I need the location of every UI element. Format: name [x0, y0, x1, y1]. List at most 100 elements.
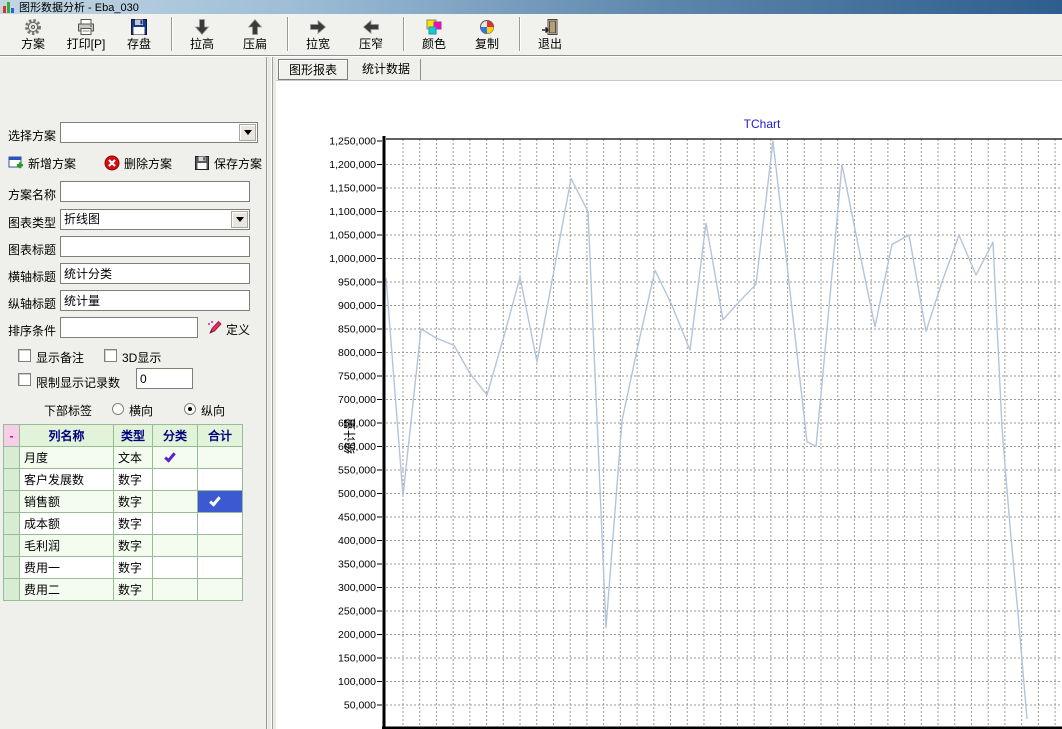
horizontal-radio-label[interactable]: 横向	[129, 402, 153, 419]
category-cell[interactable]	[153, 579, 198, 601]
column-name-cell[interactable]: 费用二	[20, 579, 114, 601]
chart-title-input[interactable]	[60, 236, 250, 257]
column-header[interactable]: 分类	[153, 425, 198, 447]
row-selector-header[interactable]: -	[4, 425, 20, 447]
chart-type-combobox[interactable]: 折线图	[60, 209, 250, 230]
total-cell[interactable]	[198, 447, 243, 469]
series-line	[386, 141, 1027, 719]
printer-icon	[63, 16, 109, 37]
column-name-cell[interactable]: 费用一	[20, 557, 114, 579]
delete-scheme-button[interactable]: 删除方案	[104, 154, 172, 172]
toolbar-separator	[403, 17, 405, 51]
toolbar-button-arrow-left[interactable]: 压窄	[348, 16, 394, 54]
y-tick-label: 450,000	[338, 512, 376, 524]
total-cell[interactable]	[198, 535, 243, 557]
new-window-icon	[8, 155, 24, 171]
limit-records-checkbox[interactable]	[18, 373, 31, 386]
category-cell[interactable]	[153, 513, 198, 535]
column-header[interactable]: 类型	[114, 425, 153, 447]
toolbar-button-arrow-up[interactable]: 压扁	[232, 16, 278, 54]
gear-icon	[10, 16, 56, 37]
row-selector-cell[interactable]	[4, 535, 20, 557]
row-selector-cell[interactable]	[4, 579, 20, 601]
pencil-icon[interactable]	[206, 318, 224, 339]
scheme-name-input[interactable]	[60, 181, 250, 202]
row-selector-cell[interactable]	[4, 557, 20, 579]
total-cell[interactable]	[198, 491, 243, 513]
application-window: 图形数据分析 - Eba_030 方案打印[P]存盘拉高压扁拉宽压窄颜色复制退出…	[0, 0, 1062, 729]
chevron-down-icon[interactable]	[239, 124, 256, 141]
table-row[interactable]: 成本额数字	[4, 513, 243, 535]
sort-condition-input[interactable]	[60, 317, 198, 338]
category-cell[interactable]	[153, 535, 198, 557]
toolbar-button-arrow-down[interactable]: 拉高	[179, 16, 225, 54]
toolbar-separator	[519, 17, 521, 51]
column-type-cell[interactable]: 数字	[114, 469, 153, 491]
vertical-radio[interactable]	[184, 403, 196, 415]
column-name-cell[interactable]: 销售额	[20, 491, 114, 513]
horizontal-radio[interactable]	[112, 403, 124, 415]
splitter[interactable]	[268, 57, 276, 729]
y-tick-label: 1,250,000	[329, 136, 376, 148]
limit-records-label[interactable]: 限制显示记录数	[36, 374, 120, 391]
category-cell[interactable]	[153, 469, 198, 491]
x-axis-title-input[interactable]	[60, 263, 250, 284]
category-cell[interactable]	[153, 447, 198, 469]
column-header[interactable]: 列名称	[20, 425, 114, 447]
column-type-cell[interactable]: 数字	[114, 513, 153, 535]
toolbar-button-printer[interactable]: 打印[P]	[63, 16, 109, 54]
show-3d-checkbox[interactable]	[104, 349, 117, 362]
y-tick-label: 700,000	[338, 394, 376, 406]
show-notes-label[interactable]: 显示备注	[36, 349, 84, 366]
table-row[interactable]: 费用二数字	[4, 579, 243, 601]
table-row[interactable]: 月度文本	[4, 447, 243, 469]
toolbar-button-exit[interactable]: 退出	[527, 16, 573, 54]
total-cell[interactable]	[198, 513, 243, 535]
chevron-down-icon[interactable]	[231, 211, 248, 228]
column-name-cell[interactable]: 客户发展数	[20, 469, 114, 491]
table-row[interactable]: 客户发展数数字	[4, 469, 243, 491]
tab-statistics-data[interactable]: 统计数据	[352, 59, 421, 80]
column-type-cell[interactable]: 数字	[114, 579, 153, 601]
select-scheme-combobox[interactable]	[60, 122, 258, 143]
limit-records-input[interactable]	[136, 368, 193, 389]
arrow-up-icon	[232, 16, 278, 37]
show-3d-label[interactable]: 3D显示	[122, 349, 161, 366]
column-name-cell[interactable]: 月度	[20, 447, 114, 469]
tab-graph-report[interactable]: 图形报表	[278, 59, 348, 80]
row-selector-cell[interactable]	[4, 513, 20, 535]
column-type-cell[interactable]: 数字	[114, 557, 153, 579]
table-row[interactable]: 毛利润数字	[4, 535, 243, 557]
column-name-cell[interactable]: 毛利润	[20, 535, 114, 557]
toolbar-button-gear[interactable]: 方案	[10, 16, 56, 54]
toolbar-button-floppy[interactable]: 存盘	[116, 16, 162, 54]
toolbar: 方案打印[P]存盘拉高压扁拉宽压窄颜色复制退出	[0, 14, 1062, 56]
select-scheme-label: 选择方案	[8, 127, 56, 144]
show-notes-checkbox[interactable]	[18, 349, 31, 362]
y-axis-title-input[interactable]	[60, 290, 250, 311]
toolbar-button-copy[interactable]: 复制	[464, 16, 510, 54]
category-cell[interactable]	[153, 557, 198, 579]
toolbar-button-arrow-right[interactable]: 拉宽	[295, 16, 341, 54]
palette-icon	[411, 16, 457, 37]
define-link[interactable]: 定义	[226, 321, 250, 338]
total-cell[interactable]	[198, 469, 243, 491]
table-row[interactable]: 费用一数字	[4, 557, 243, 579]
category-cell[interactable]	[153, 491, 198, 513]
row-selector-cell[interactable]	[4, 469, 20, 491]
save-scheme-button[interactable]: 保存方案	[194, 154, 262, 172]
row-selector-cell[interactable]	[4, 491, 20, 513]
total-cell[interactable]	[198, 579, 243, 601]
column-type-cell[interactable]: 数字	[114, 535, 153, 557]
vertical-radio-label[interactable]: 纵向	[201, 402, 225, 419]
column-header[interactable]: 合计	[198, 425, 243, 447]
toolbar-button-palette[interactable]: 颜色	[411, 16, 457, 54]
column-type-cell[interactable]: 数字	[114, 491, 153, 513]
add-scheme-button[interactable]: 新增方案	[8, 154, 76, 172]
row-selector-cell[interactable]	[4, 447, 20, 469]
column-type-cell[interactable]: 文本	[114, 447, 153, 469]
total-cell[interactable]	[198, 557, 243, 579]
column-name-cell[interactable]: 成本额	[20, 513, 114, 535]
delete-icon	[104, 155, 120, 171]
table-row[interactable]: 销售额数字	[4, 491, 243, 513]
